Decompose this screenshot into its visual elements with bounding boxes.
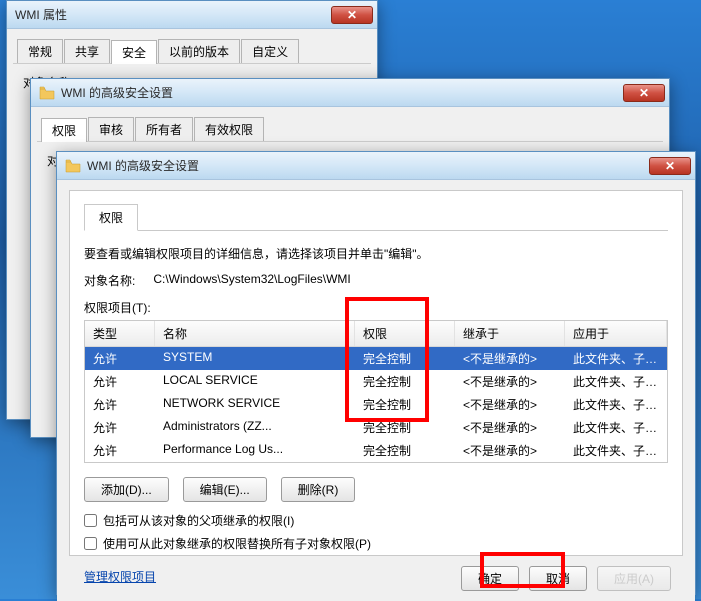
window-wmi-advanced-front: WMI 的高级安全设置 ✕ 权限 要查看或编辑权限项目的详细信息，请选择该项目并… (56, 151, 696, 595)
cell-inherit: <不是继承的> (455, 416, 565, 439)
tab-自定义[interactable]: 自定义 (241, 39, 299, 63)
cell-type: 允许 (85, 416, 155, 439)
check-replace-children[interactable]: 使用可从此对象继承的权限替换所有子对象权限(P) (84, 535, 668, 552)
cell-name: Performance Log Us... (155, 439, 355, 462)
window-title: WMI 的高级安全设置 (61, 84, 623, 101)
tabs: 权限审核所有者有效权限 (37, 113, 663, 142)
titlebar: WMI 的高级安全设置 ✕ (31, 79, 669, 107)
cell-apply: 此文件夹、子文件夹... (565, 439, 667, 462)
check-include-inherit[interactable]: 包括可从该对象的父项继承的权限(I) (84, 512, 668, 529)
col-permission[interactable]: 权限 (355, 321, 455, 346)
cell-name: NETWORK SERVICE (155, 393, 355, 416)
table-row[interactable]: 允许SYSTEM完全控制<不是继承的>此文件夹、子文件夹... (85, 347, 667, 370)
tab-以前的版本[interactable]: 以前的版本 (158, 39, 240, 63)
close-button[interactable]: ✕ (331, 6, 373, 24)
table-header: 类型 名称 权限 继承于 应用于 (85, 321, 667, 347)
cell-type: 允许 (85, 370, 155, 393)
close-button[interactable]: ✕ (649, 157, 691, 175)
cell-perm: 完全控制 (355, 370, 455, 393)
cell-type: 允许 (85, 393, 155, 416)
cell-inherit: <不是继承的> (455, 370, 565, 393)
checkbox-label: 使用可从此对象继承的权限替换所有子对象权限(P) (103, 535, 371, 552)
cell-apply: 此文件夹、子文件夹... (565, 347, 667, 370)
tab-permissions[interactable]: 权限 (84, 204, 138, 231)
cell-name: SYSTEM (155, 347, 355, 370)
cell-apply: 此文件夹、子文件夹... (565, 416, 667, 439)
col-apply[interactable]: 应用于 (565, 321, 667, 346)
cell-type: 允许 (85, 347, 155, 370)
content: 权限 要查看或编辑权限项目的详细信息，请选择该项目并单击"编辑"。 对象名称: … (57, 180, 695, 601)
tab-有效权限[interactable]: 有效权限 (194, 117, 264, 141)
tab-安全[interactable]: 安全 (111, 40, 157, 64)
cell-apply: 此文件夹、子文件夹... (565, 370, 667, 393)
folder-icon (39, 86, 55, 100)
edit-button[interactable]: 编辑(E)... (183, 477, 267, 502)
remove-button[interactable]: 删除(R) (281, 477, 356, 502)
list-label: 权限项目(T): (84, 299, 668, 316)
checkbox-include-inherit[interactable] (84, 514, 97, 527)
table-row[interactable]: 允许Administrators (ZZ...完全控制<不是继承的>此文件夹、子… (85, 416, 667, 439)
window-title: WMI 的高级安全设置 (87, 157, 649, 174)
tab-权限[interactable]: 权限 (41, 118, 87, 142)
close-button[interactable]: ✕ (623, 84, 665, 102)
apply-button: 应用(A) (597, 566, 671, 591)
object-row: 对象名称: C:\Windows\System32\LogFiles\WMI (84, 272, 668, 289)
tabs: 常规共享安全以前的版本自定义 (13, 35, 371, 64)
main-panel: 权限 要查看或编辑权限项目的详细信息，请选择该项目并单击"编辑"。 对象名称: … (69, 190, 683, 556)
cell-inherit: <不是继承的> (455, 347, 565, 370)
cell-perm: 完全控制 (355, 439, 455, 462)
checkbox-replace-children[interactable] (84, 537, 97, 550)
tab-共享[interactable]: 共享 (64, 39, 110, 63)
permission-table[interactable]: 类型 名称 权限 继承于 应用于 允许SYSTEM完全控制<不是继承的>此文件夹… (84, 320, 668, 463)
object-label: 对象名称: (84, 272, 135, 289)
table-row[interactable]: 允许Performance Log Us...完全控制<不是继承的>此文件夹、子… (85, 439, 667, 462)
col-type[interactable]: 类型 (85, 321, 155, 346)
cell-type: 允许 (85, 439, 155, 462)
checkbox-label: 包括可从该对象的父项继承的权限(I) (103, 512, 294, 529)
titlebar: WMI 属性 ✕ (7, 1, 377, 29)
cell-name: LOCAL SERVICE (155, 370, 355, 393)
tab-常规[interactable]: 常规 (17, 39, 63, 63)
tab-strip: 权限 (84, 203, 668, 231)
cell-name: Administrators (ZZ... (155, 416, 355, 439)
cell-perm: 完全控制 (355, 347, 455, 370)
titlebar: WMI 的高级安全设置 ✕ (57, 152, 695, 180)
cell-inherit: <不是继承的> (455, 439, 565, 462)
cell-apply: 此文件夹、子文件夹... (565, 393, 667, 416)
tab-所有者[interactable]: 所有者 (135, 117, 193, 141)
col-inherited[interactable]: 继承于 (455, 321, 565, 346)
button-row: 添加(D)... 编辑(E)... 删除(R) (84, 477, 668, 502)
add-button[interactable]: 添加(D)... (84, 477, 169, 502)
table-body: 允许SYSTEM完全控制<不是继承的>此文件夹、子文件夹...允许LOCAL S… (85, 347, 667, 462)
folder-icon (65, 159, 81, 173)
cell-inherit: <不是继承的> (455, 393, 565, 416)
object-path: C:\Windows\System32\LogFiles\WMI (153, 272, 350, 289)
cell-perm: 完全控制 (355, 416, 455, 439)
intro-text: 要查看或编辑权限项目的详细信息，请选择该项目并单击"编辑"。 (84, 245, 668, 262)
table-row[interactable]: 允许LOCAL SERVICE完全控制<不是继承的>此文件夹、子文件夹... (85, 370, 667, 393)
cell-perm: 完全控制 (355, 393, 455, 416)
manage-permissions-link[interactable]: 管理权限项目 (84, 568, 156, 585)
table-row[interactable]: 允许NETWORK SERVICE完全控制<不是继承的>此文件夹、子文件夹... (85, 393, 667, 416)
tab-审核[interactable]: 审核 (88, 117, 134, 141)
col-name[interactable]: 名称 (155, 321, 355, 346)
window-title: WMI 属性 (15, 6, 331, 23)
